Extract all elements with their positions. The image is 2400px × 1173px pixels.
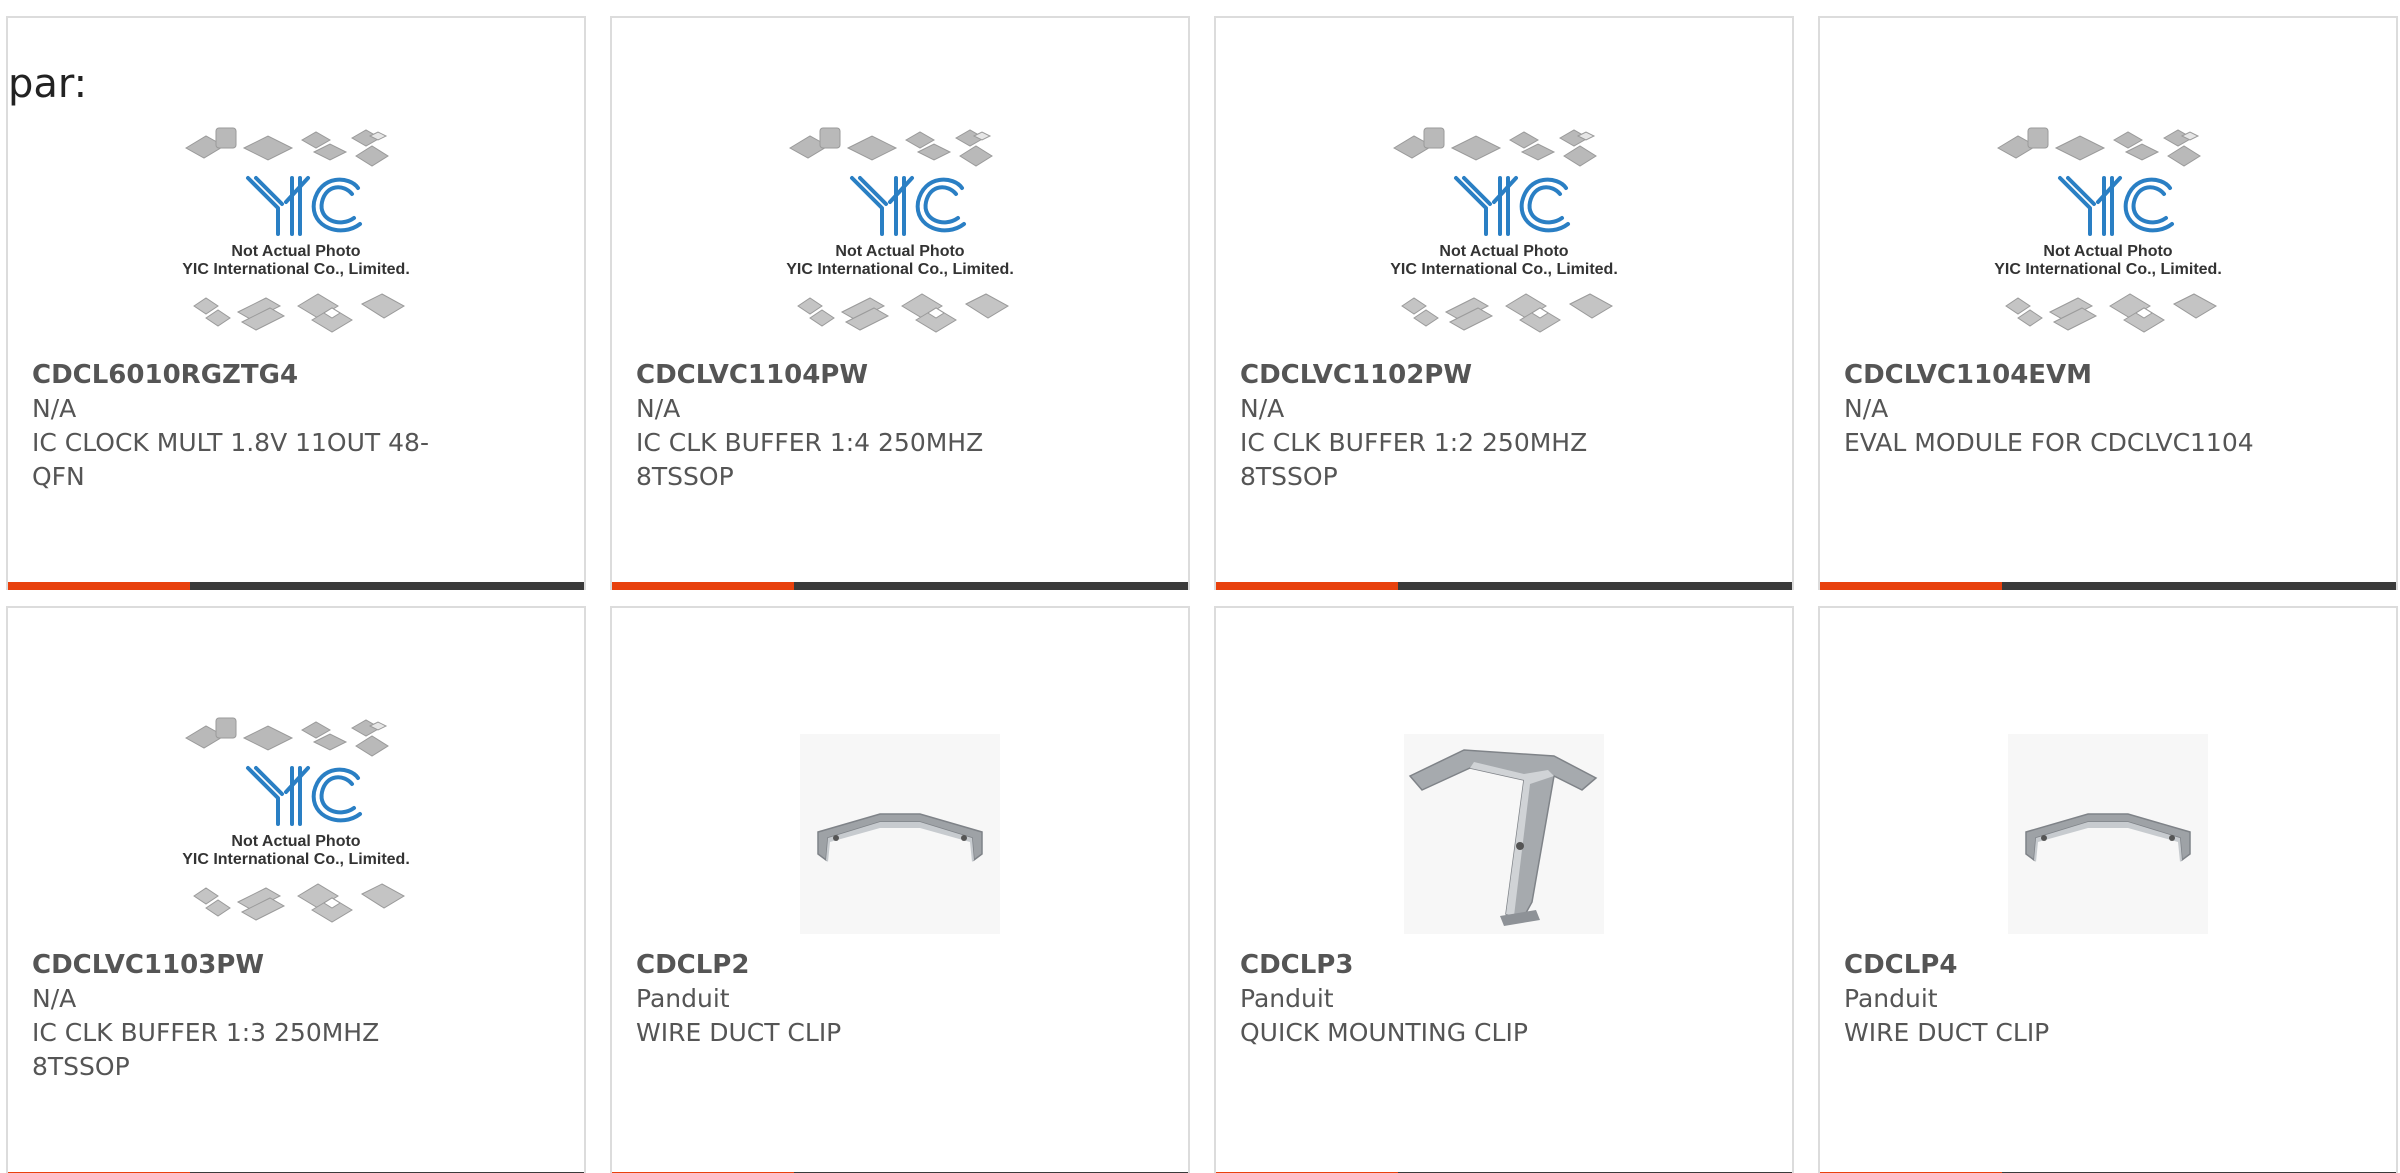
company-name-text: YIC International Co., Limited. [786,261,1014,278]
quick-mounting-clip-photo [1404,734,1604,934]
company-name-text: YIC International Co., Limited. [1994,261,2222,278]
company-name-text: YIC International Co., Limited. [1390,261,1618,278]
manufacturer: N/A [1240,394,1285,423]
description: WIRE DUCT CLIP [636,1018,842,1047]
product-info: CDCLVC1104EVM N/A EVAL MODULE FOR CDCLVC11… [1844,358,2276,460]
product-info: CDCLP3 Panduit QUICK MOUNTING CLIP [1240,948,1672,1050]
product-card-cdclp4[interactable]: CDCLP4 Panduit WIRE DUCT CLIP [1818,606,2398,1173]
product-info: CDCLP2 Panduit WIRE DUCT CLIP [636,948,1068,1050]
manufacturer: N/A [1844,394,1889,423]
part-number[interactable]: CDCLP4 [1844,948,2276,982]
not-actual-photo-text: Not Actual Photo [1439,243,1568,260]
card-bottom-bar [1216,582,1792,590]
product-image[interactable]: Not Actual Photo YIC International Co., … [8,696,584,946]
wire-duct-clip-photo [2008,734,2208,934]
part-number[interactable]: CDCLVC1104EVM [1844,358,2276,392]
part-number[interactable]: CDCLVC1104PW [636,358,1068,392]
product-card-cdclp3[interactable]: CDCLP3 Panduit QUICK MOUNTING CLIP [1214,606,1794,1173]
part-number[interactable]: CDCL6010RGZTG4 [32,358,464,392]
description: QUICK MOUNTING CLIP [1240,1018,1528,1047]
product-card-cdclvc1102pw[interactable]: Not Actual Photo YIC International Co., … [1214,16,1794,590]
product-grid-page: par: Not Actual Photo YIC International … [0,0,2400,1173]
prefix-label: par: [8,61,88,107]
placeholder-photo-icon: Not Actual Photo YIC International Co., … [182,717,410,923]
wire-duct-clip-photo [800,734,1000,934]
manufacturer: Panduit [636,984,730,1013]
product-info: CDCLVC1104PW N/A IC CLK BUFFER 1:4 250MHZ … [636,358,1068,494]
card-bottom-bar [612,582,1188,590]
product-card-cdclvc1104pw[interactable]: Not Actual Photo YIC International Co., … [610,16,1190,590]
not-actual-photo-text: Not Actual Photo [231,833,360,850]
manufacturer: Panduit [1844,984,1938,1013]
part-number[interactable]: CDCLP2 [636,948,1068,982]
part-number[interactable]: CDCLVC1103PW [32,948,464,982]
product-card-cdcl6010rgztg4[interactable]: par: Not Actual Photo YIC International … [6,16,586,590]
card-accent-bar [1820,582,2002,590]
manufacturer: N/A [32,394,77,423]
product-info: CDCL6010RGZTG4 N/A IC CLOCK MULT 1.8V 11OU… [32,358,464,494]
manufacturer: Panduit [1240,984,1334,1013]
description: EVAL MODULE FOR CDCLVC1104 [1844,428,2254,457]
not-actual-photo-text: Not Actual Photo [835,243,964,260]
description: IC CLK BUFFER 1:4 250MHZ 8TSSOP [636,428,984,491]
card-bottom-bar [1820,582,2396,590]
not-actual-photo-text: Not Actual Photo [231,243,360,260]
placeholder-photo-icon: Not Actual Photo YIC International Co., … [1994,127,2222,333]
part-number[interactable]: CDCLVC1102PW [1240,358,1672,392]
card-accent-bar [612,582,794,590]
product-card-cdclvc1104evm[interactable]: Not Actual Photo YIC International Co., … [1818,16,2398,590]
description: IC CLOCK MULT 1.8V 11OUT 48-QFN [32,428,429,491]
product-image[interactable]: Not Actual Photo YIC International Co., … [1820,106,2396,356]
manufacturer: N/A [636,394,681,423]
placeholder-photo-icon: Not Actual Photo YIC International Co., … [182,127,410,333]
description: IC CLK BUFFER 1:2 250MHZ 8TSSOP [1240,428,1588,491]
manufacturer: N/A [32,984,77,1013]
product-card-cdclp2[interactable]: CDCLP2 Panduit WIRE DUCT CLIP [610,606,1190,1173]
product-info: CDCLVC1103PW N/A IC CLK BUFFER 1:3 250MHZ … [32,948,464,1084]
product-image[interactable] [1820,734,2396,984]
company-name-text: YIC International Co., Limited. [182,261,410,278]
product-image[interactable] [612,734,1188,984]
placeholder-photo-icon: Not Actual Photo YIC International Co., … [786,127,1014,333]
product-card-cdclvc1103pw[interactable]: Not Actual Photo YIC International Co., … [6,606,586,1173]
card-bottom-bar [8,582,584,590]
description: WIRE DUCT CLIP [1844,1018,2050,1047]
product-image[interactable]: Not Actual Photo YIC International Co., … [8,106,584,356]
product-info: CDCLVC1102PW N/A IC CLK BUFFER 1:2 250MHZ … [1240,358,1672,494]
card-accent-bar [8,582,190,590]
product-image[interactable]: Not Actual Photo YIC International Co., … [1216,106,1792,356]
product-image[interactable] [1216,734,1792,984]
product-info: CDCLP4 Panduit WIRE DUCT CLIP [1844,948,2276,1050]
part-number[interactable]: CDCLP3 [1240,948,1672,982]
not-actual-photo-text: Not Actual Photo [2043,243,2172,260]
product-image[interactable]: Not Actual Photo YIC International Co., … [612,106,1188,356]
company-name-text: YIC International Co., Limited. [182,851,410,868]
description: IC CLK BUFFER 1:3 250MHZ 8TSSOP [32,1018,380,1081]
card-accent-bar [1216,582,1398,590]
placeholder-photo-icon: Not Actual Photo YIC International Co., … [1390,127,1618,333]
product-grid: par: Not Actual Photo YIC International … [6,16,2398,1173]
